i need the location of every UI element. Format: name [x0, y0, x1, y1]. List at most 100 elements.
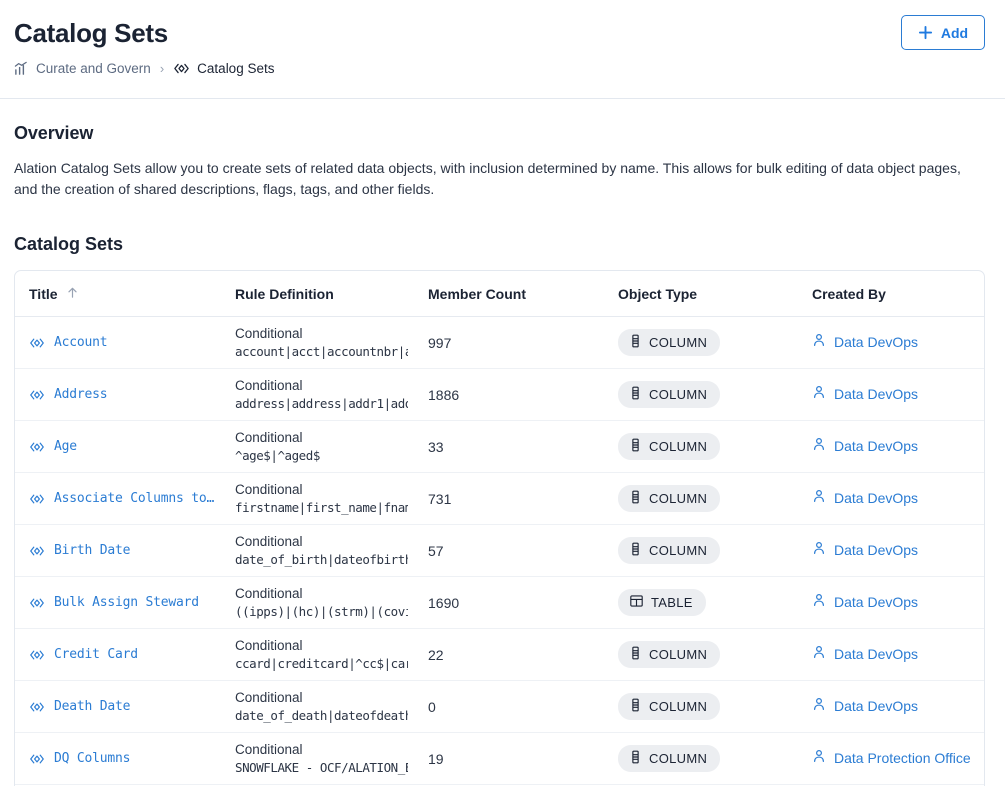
created-by-label: Data DevOps [834, 333, 919, 350]
catalog-set-icon [29, 596, 45, 610]
catalog-set-link[interactable]: Bulk Assign Steward [54, 595, 199, 610]
table-row[interactable]: DQ Columns Conditional SNOWFLAKE - OCF/ALA… [15, 732, 984, 785]
created-by-link[interactable]: Data DevOps [812, 333, 918, 350]
person-icon [812, 385, 826, 402]
catalog-set-link[interactable]: Address [54, 387, 107, 402]
table-row[interactable]: Age Conditional ^age$|^aged$ 33 COLUMN Data D… [15, 420, 984, 473]
breadcrumb-item-curate-and-govern[interactable]: Curate and Govern [14, 61, 151, 76]
cell-object-type: COLUMN [608, 524, 802, 577]
created-by-link[interactable]: Data DevOps [812, 437, 918, 454]
add-button-label: Add [940, 24, 969, 41]
cell-member-count: 1886 [418, 368, 608, 421]
table-body: Account Conditional account|acct|accountnb… [15, 316, 984, 786]
rule-kind: Conditional [235, 326, 303, 341]
plus-icon [918, 25, 933, 40]
table-row[interactable]: Associate Columns to C… Conditional firstn… [15, 472, 984, 525]
catalog-sets-heading: Catalog Sets [14, 234, 124, 254]
column-header-label: Object Type [618, 286, 698, 302]
cell-created-by: Data DevOps [802, 368, 984, 421]
rule-kind: Conditional [235, 742, 303, 757]
catalog-sets-table: Title Rule Definition Member Count Objec… [15, 271, 984, 786]
catalog-set-link[interactable]: Account [54, 335, 107, 350]
rule-kind: Conditional [235, 586, 303, 601]
catalog-set-icon [29, 752, 45, 766]
column-icon [629, 750, 642, 767]
created-by-label: Data DevOps [834, 697, 919, 714]
created-by-link[interactable]: Data DevOps [812, 541, 918, 558]
column-header-member-count[interactable]: Member Count [418, 271, 608, 317]
object-type-label: COLUMN [649, 647, 708, 662]
catalog-set-link[interactable]: Birth Date [54, 543, 130, 558]
breadcrumb-label: Catalog Sets [197, 61, 275, 76]
person-icon [812, 697, 826, 714]
cell-title: Associate Columns to C… [15, 472, 225, 525]
person-icon [812, 437, 826, 454]
created-by-label: Data DevOps [834, 385, 919, 402]
rule-pattern: account|acct|accountnbr|acc [235, 344, 408, 359]
table-row[interactable]: Credit Card Conditional ccard|creditcard|^… [15, 628, 984, 681]
column-header-object-type[interactable]: Object Type [608, 271, 802, 317]
breadcrumb: Curate and Govern › Catalog Sets [14, 61, 985, 76]
rule-pattern: address|address|addr1|addr2 [235, 396, 408, 411]
catalog-set-icon [29, 440, 45, 454]
table-row[interactable]: Birth Date Conditional date_of_birth|dateo… [15, 524, 984, 577]
rule-pattern: SNOWFLAKE - OCF/ALATION_EDW [235, 760, 408, 775]
cell-rule-definition: Conditional ^age$|^aged$ [225, 420, 418, 473]
created-by-label: Data DevOps [834, 437, 919, 454]
table-row[interactable]: Death Date Conditional date_of_death|dateo… [15, 680, 984, 733]
add-button[interactable]: Add [901, 15, 985, 50]
object-type-label: TABLE [651, 595, 693, 610]
catalog-set-icon [29, 700, 45, 714]
person-icon [812, 645, 826, 662]
person-icon [812, 489, 826, 506]
sort-ascending-icon[interactable] [66, 286, 79, 302]
table-header-row: Title Rule Definition Member Count Objec… [15, 271, 984, 317]
cell-member-count: 19 [418, 732, 608, 785]
cell-title: Account [15, 316, 225, 369]
cell-rule-definition: Conditional firstname|first_name|fname| [225, 472, 418, 525]
breadcrumb-label: Curate and Govern [36, 61, 151, 76]
table-row[interactable]: Account Conditional account|acct|accountnb… [15, 316, 984, 369]
page-title: Catalog Sets [14, 18, 168, 48]
catalog-set-link[interactable]: Death Date [54, 699, 130, 714]
catalog-set-link[interactable]: Associate Columns to C… [54, 491, 215, 506]
column-icon [629, 490, 642, 507]
cell-created-by: Data DevOps [802, 472, 984, 525]
column-header-created-by[interactable]: Created By [802, 271, 984, 317]
created-by-label: Data DevOps [834, 489, 919, 506]
catalog-set-link[interactable]: DQ Columns [54, 751, 130, 766]
created-by-link[interactable]: Data DevOps [812, 489, 918, 506]
cell-created-by: Data DevOps [802, 680, 984, 733]
column-header-label: Rule Definition [235, 286, 334, 302]
object-type-label: COLUMN [649, 491, 708, 506]
table-row[interactable]: Bulk Assign Steward Conditional ((ipps)|(h… [15, 576, 984, 629]
cell-created-by: Data DevOps [802, 576, 984, 629]
column-icon [629, 334, 642, 351]
created-by-link[interactable]: Data DevOps [812, 385, 918, 402]
created-by-link[interactable]: Data DevOps [812, 593, 918, 610]
cell-created-by: Data DevOps [802, 420, 984, 473]
object-type-badge: COLUMN [618, 537, 721, 564]
cell-rule-definition: Conditional address|address|addr1|addr2 [225, 368, 418, 421]
column-icon [629, 646, 642, 663]
object-type-label: COLUMN [649, 543, 708, 558]
catalog-set-icon [173, 61, 190, 76]
column-header-rule-definition[interactable]: Rule Definition [225, 271, 418, 317]
breadcrumb-item-catalog-sets[interactable]: Catalog Sets [173, 61, 274, 76]
created-by-link[interactable]: Data DevOps [812, 697, 918, 714]
catalog-set-link[interactable]: Age [54, 439, 77, 454]
catalog-set-icon [29, 388, 45, 402]
object-type-label: COLUMN [649, 335, 708, 350]
column-header-title[interactable]: Title [15, 271, 225, 317]
table-icon [629, 594, 644, 611]
created-by-link[interactable]: Data Protection Office [812, 749, 971, 766]
cell-title: Death Date [15, 680, 225, 733]
catalog-set-link[interactable]: Credit Card [54, 647, 138, 662]
cell-object-type: COLUMN [608, 628, 802, 681]
object-type-label: COLUMN [649, 439, 708, 454]
table-row[interactable]: Address Conditional address|address|addr1|… [15, 368, 984, 421]
cell-created-by: Data DevOps [802, 628, 984, 681]
cell-title: DQ Columns [15, 732, 225, 785]
created-by-link[interactable]: Data DevOps [812, 645, 918, 662]
column-header-label: Member Count [428, 286, 526, 302]
